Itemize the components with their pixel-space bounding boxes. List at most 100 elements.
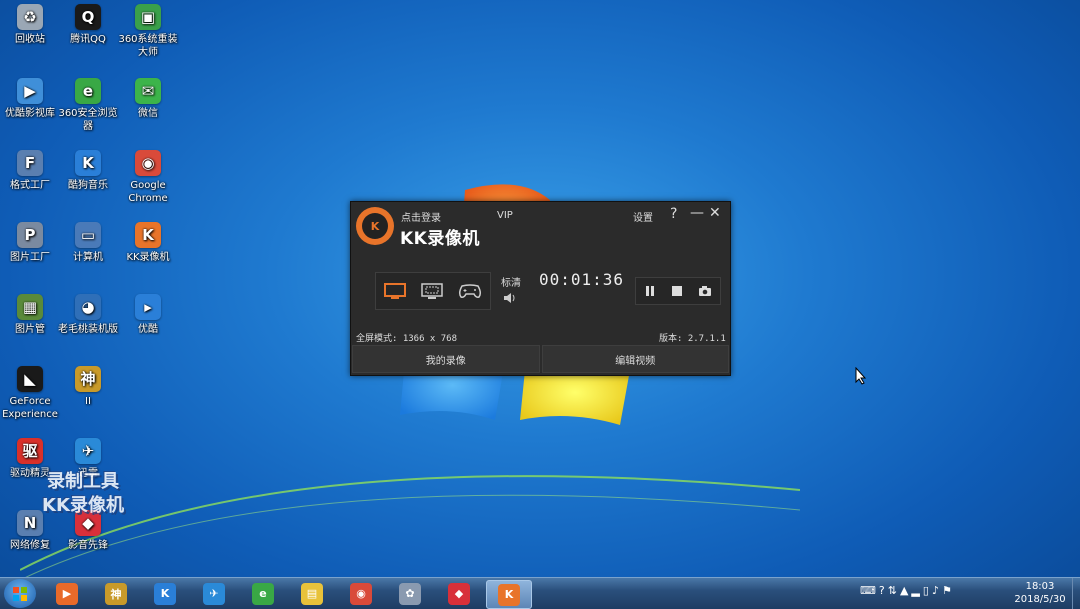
desktop-icon[interactable]: ◉ Google Chrome <box>118 150 178 205</box>
fullscreen-mode-icon[interactable] <box>383 283 406 299</box>
desktop-icon-label: 影音先锋 <box>68 540 108 551</box>
desktop-icon-label: 回收站 <box>15 34 45 45</box>
taskbar-app-button[interactable]: ▤ <box>290 580 334 607</box>
desktop-app-icon: ▣ <box>135 4 161 30</box>
desktop-icon[interactable]: ♻ 回收站 <box>0 4 60 46</box>
desktop-icon[interactable]: ▦ 图片管 <box>0 294 60 336</box>
desktop-icon[interactable]: ▸ 优酷 <box>118 294 178 336</box>
desktop-icon-label: 360系统重装大师 <box>118 34 178 58</box>
tray-flag-icon[interactable]: ⚑ <box>942 584 955 597</box>
region-mode-icon[interactable] <box>421 283 443 299</box>
taskbar-app-icon: ◉ <box>350 582 372 605</box>
version-info: 版本: 2.7.1.1 <box>659 334 726 344</box>
kk-logo-icon: K <box>356 207 394 245</box>
start-button[interactable] <box>4 579 36 608</box>
desktop-icon[interactable]: ◕ 老毛桃装机版 <box>58 294 118 336</box>
taskbar-app-icon: ▶ <box>56 582 78 605</box>
quality-selector[interactable]: 标清 <box>501 274 521 289</box>
tray-network-icon[interactable]: ⇅ <box>888 584 900 597</box>
taskbar-app-button[interactable]: ✈ <box>192 580 236 607</box>
show-desktop-button[interactable] <box>1072 578 1080 609</box>
desktop-app-icon: ◕ <box>75 294 101 320</box>
bottom-tabs: 我的录像 编辑视频 <box>352 345 729 373</box>
pause-icon[interactable] <box>644 285 656 297</box>
help-button[interactable]: ? <box>670 206 677 222</box>
taskbar-app-icon: ✈ <box>203 582 225 605</box>
desktop-app-icon: ✉ <box>135 78 161 104</box>
system-tray[interactable]: ⌨?⇅▲▂▯♪⚑ <box>860 584 955 597</box>
desktop-icon-label: 图片管 <box>15 324 45 335</box>
tray-arrow-icon[interactable]: ▲ <box>900 584 911 597</box>
my-recordings-button[interactable]: 我的录像 <box>352 345 540 373</box>
minimize-button[interactable]: — <box>690 205 704 221</box>
desktop-icon[interactable]: K 酷狗音乐 <box>58 150 118 192</box>
recording-timer: 00:01:36 <box>539 270 625 289</box>
desktop-icon[interactable]: K KK录像机 <box>118 222 178 264</box>
fullscreen-mode-info: 全屏模式: 1366 x 768 <box>356 334 458 344</box>
close-button[interactable]: ✕ <box>709 205 721 221</box>
desktop-icon[interactable]: Q 腾讯QQ <box>58 4 118 46</box>
desktop-icon-label: 老毛桃装机版 <box>58 324 118 335</box>
desktop-icon-label: 酷狗音乐 <box>68 180 108 191</box>
desktop-app-icon: ▶ <box>17 78 43 104</box>
desktop-app-icon: ✈ <box>75 438 101 464</box>
tray-power-icon[interactable]: ▯ <box>923 584 932 597</box>
desktop-app-icon: K <box>75 150 101 176</box>
desktop-icon[interactable]: ▭ 计算机 <box>58 222 118 264</box>
tray-volume-icon[interactable]: ♪ <box>932 584 942 597</box>
clock[interactable]: 18:03 2018/5/30 <box>1010 580 1070 606</box>
desktop-icon-label: GeForce Experience <box>2 396 58 420</box>
desktop-icon-label: II <box>85 396 91 407</box>
desktop-icon[interactable]: ✉ 微信 <box>118 78 178 120</box>
login-link[interactable]: 点击登录 <box>401 209 441 224</box>
taskbar-app-button[interactable]: K <box>143 580 187 607</box>
clock-date: 2018/5/30 <box>1014 594 1066 605</box>
desktop-app-icon: ▦ <box>17 294 43 320</box>
desktop-icon[interactable]: ◣ GeForce Experience <box>0 366 60 421</box>
vip-button[interactable]: VIP <box>497 210 513 221</box>
tray-signal-icon[interactable]: ▂ <box>911 584 922 597</box>
edit-video-button[interactable]: 编辑视频 <box>541 345 729 373</box>
desktop-icon-label: 图片工厂 <box>10 252 50 263</box>
desktop-icon[interactable]: 神 II <box>58 366 118 408</box>
taskbar: ▶ 神 K ✈ e ▤ ◉ ✿ ◆ K ⌨?⇅▲▂▯♪⚑ 18:03 2018/5/30 <box>0 577 1080 609</box>
taskbar-app-button[interactable]: ◉ <box>339 580 383 607</box>
taskbar-app-button[interactable]: 神 <box>94 580 138 607</box>
desktop-icon[interactable]: ▶ 优酷影视库 <box>0 78 60 120</box>
volume-icon[interactable] <box>503 292 517 307</box>
taskbar-app-icon: K <box>498 583 520 606</box>
desktop-app-icon: 驱 <box>17 438 43 464</box>
tray-help-icon[interactable]: ? <box>879 584 888 597</box>
desktop-app-icon: ◣ <box>17 366 43 392</box>
taskbar-app-button[interactable]: ▶ <box>45 580 89 607</box>
taskbar-app-button[interactable]: K <box>486 580 532 609</box>
desktop-app-icon: ▭ <box>75 222 101 248</box>
desktop-icon-label: 格式工厂 <box>10 180 50 191</box>
tray-keyboard-icon[interactable]: ⌨ <box>860 584 879 597</box>
desktop-app-icon: 神 <box>75 366 101 392</box>
taskbar-app-button[interactable]: e <box>241 580 285 607</box>
desktop-app-icon: e <box>75 78 101 104</box>
screenshot-camera-icon[interactable] <box>698 285 712 297</box>
taskbar-app-button[interactable]: ✿ <box>388 580 432 607</box>
desktop-app-icon: ♻ <box>17 4 43 30</box>
taskbar-app-button[interactable]: ◆ <box>437 580 481 607</box>
desktop-icon[interactable]: F 格式工厂 <box>0 150 60 192</box>
desktop-icon-label: Google Chrome <box>128 180 168 204</box>
kk-recorder-window[interactable]: K 点击登录 KK录像机 VIP 设置 ? — ✕ 标清 00:01:36 全屏… <box>350 201 731 376</box>
game-mode-icon[interactable] <box>458 283 482 299</box>
taskbar-app-icon: ✿ <box>399 582 421 605</box>
desktop-icon-label: 优酷影视库 <box>5 108 55 119</box>
recording-watermark: 录制工具 KK录像机 <box>28 470 138 518</box>
desktop-icon[interactable]: P 图片工厂 <box>0 222 60 264</box>
desktop-app-icon: Q <box>75 4 101 30</box>
desktop-icon-label: 360安全浏览器 <box>58 108 118 132</box>
desktop-icon[interactable]: e 360安全浏览器 <box>58 78 118 133</box>
stop-icon[interactable] <box>671 285 683 297</box>
recording-controls <box>635 277 721 305</box>
desktop-app-icon: F <box>17 150 43 176</box>
desktop-icon-label: 优酷 <box>138 324 158 335</box>
desktop-icon[interactable]: ▣ 360系统重装大师 <box>118 4 178 59</box>
settings-button[interactable]: 设置 <box>633 209 653 224</box>
desktop-app-icon: K <box>135 222 161 248</box>
